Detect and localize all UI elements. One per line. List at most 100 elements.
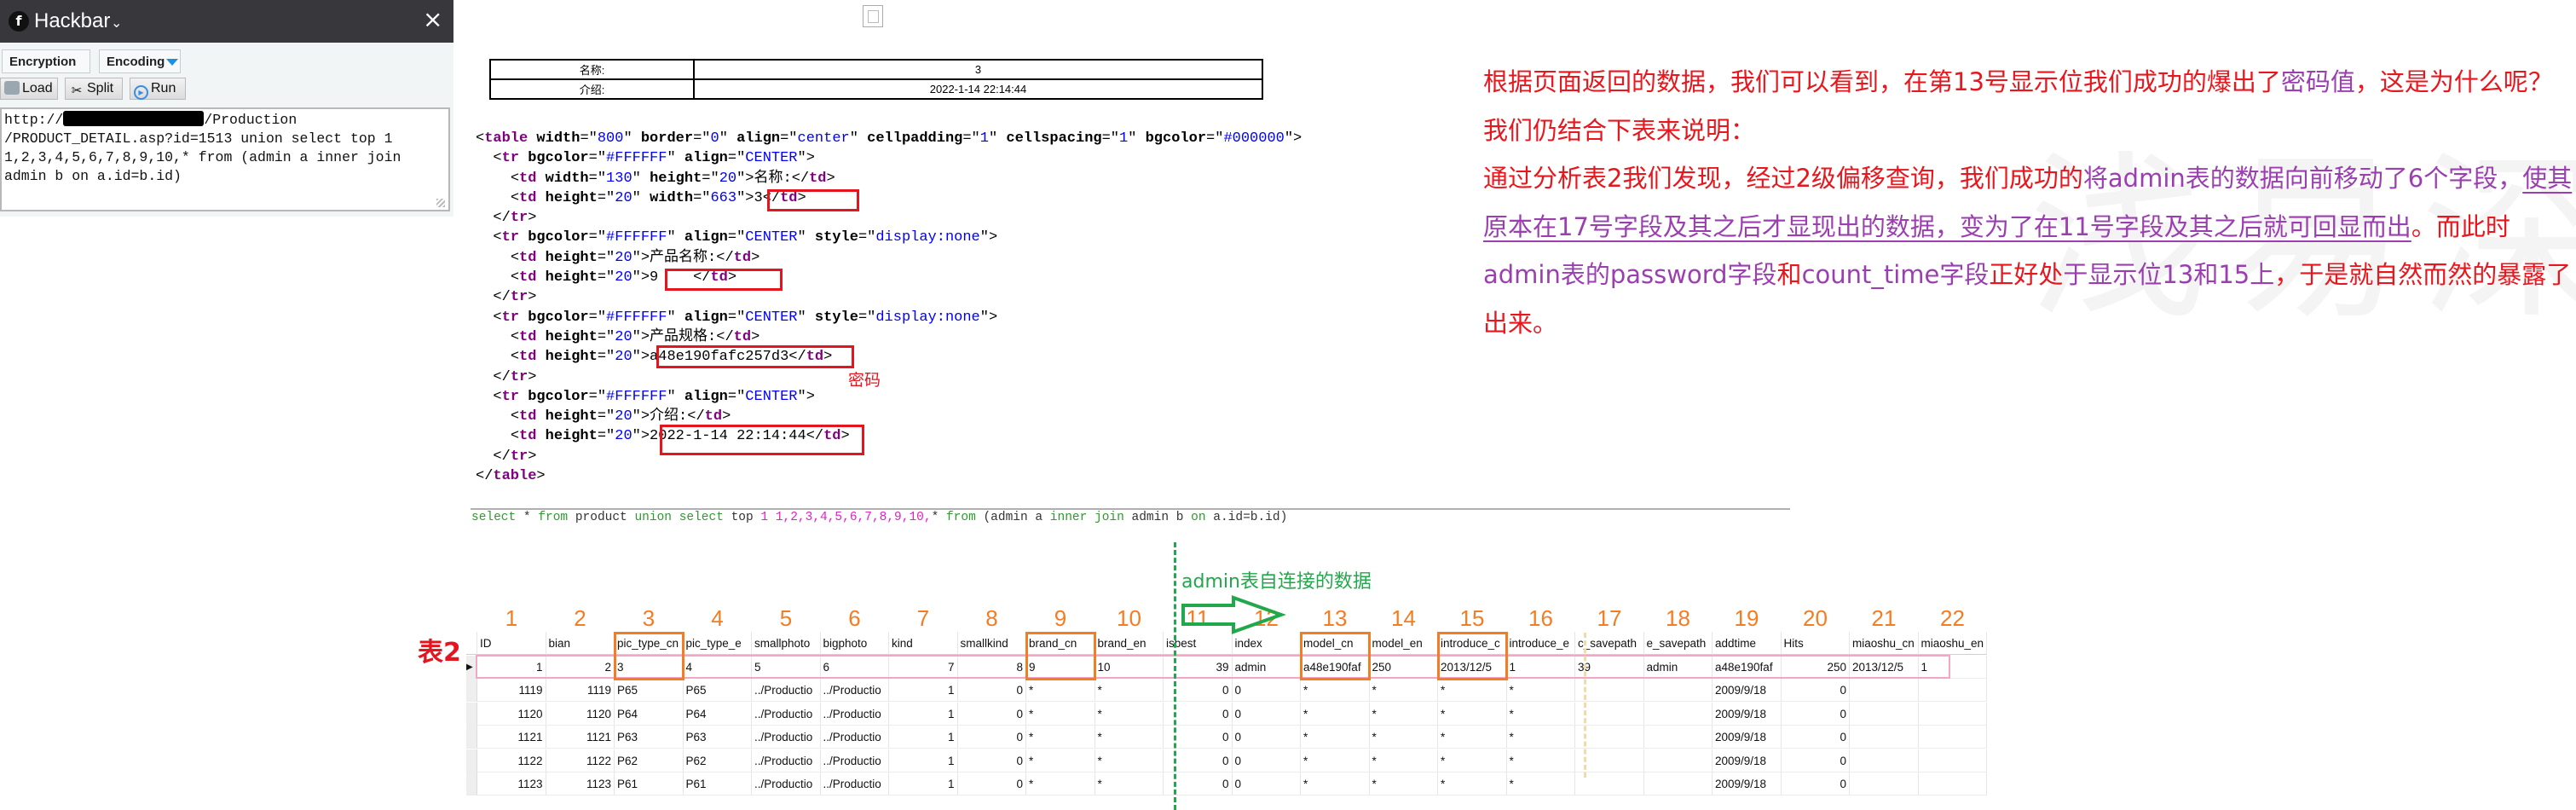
- sql-token: join: [1095, 511, 1124, 524]
- code-token: =": [588, 309, 607, 326]
- table-cell: *: [1438, 749, 1507, 772]
- code-token: td: [519, 349, 537, 366]
- code-token: td: [519, 249, 537, 266]
- code-line: <tr bgcolor="#FFFFFF" align="CENTER">: [476, 148, 1302, 168]
- highlight-box: [665, 269, 783, 291]
- table-cell: 0: [1232, 726, 1301, 749]
- code-token: ">: [1284, 130, 1302, 147]
- table-cell: 1121: [546, 726, 615, 749]
- offset-divider: [1584, 633, 1586, 778]
- code-token: >: [751, 328, 760, 345]
- code-token: >: [826, 170, 835, 187]
- split-label: Split: [87, 81, 114, 95]
- table-cell: *: [1506, 726, 1575, 749]
- code-token: tr: [510, 368, 528, 385]
- row-header[interactable]: [466, 772, 477, 796]
- code-token: ": [632, 170, 650, 187]
- table-cell: 1119: [546, 679, 615, 702]
- table-cell: [1850, 749, 1919, 772]
- sql-query: select * from product union select top 1…: [471, 511, 1287, 524]
- row-header[interactable]: [466, 726, 477, 749]
- chevron-down-icon[interactable]: ⌄: [111, 10, 122, 36]
- encryption-menu[interactable]: Encryption: [2, 49, 90, 90]
- code-token: align: [684, 229, 728, 246]
- column-header[interactable]: bigphoto: [820, 632, 889, 655]
- column-number: 13: [1322, 605, 1348, 631]
- code-token: ": [623, 130, 641, 147]
- html-source-code: <table width="800" border="0" align="cen…: [476, 129, 1302, 486]
- table-cell: ../Productio: [820, 772, 889, 796]
- table-cell: *: [1095, 749, 1164, 772]
- code-token: <: [493, 150, 502, 167]
- code-token: =": [727, 388, 746, 405]
- run-button[interactable]: ▶ Run: [130, 78, 186, 100]
- code-token: cellpadding: [867, 130, 963, 147]
- code-token: =": [858, 309, 876, 326]
- explanation-segment: 通过分析表2我们发现，经过2级偏移查询，我们成功的: [1483, 164, 2083, 194]
- close-button[interactable]: ×: [423, 7, 442, 32]
- column-header[interactable]: miaoshu_en: [1918, 632, 1987, 655]
- column-header[interactable]: model_en: [1369, 632, 1438, 655]
- column-header[interactable]: miaoshu_cn: [1850, 632, 1919, 655]
- url-textarea[interactable]: http:///Production /PRODUCT_DETAIL.asp?i…: [0, 107, 450, 211]
- table-cell: *: [1026, 772, 1095, 796]
- code-token: <: [510, 328, 520, 345]
- column-header[interactable]: brand_en: [1095, 632, 1164, 655]
- column-number: 3: [642, 605, 656, 631]
- code-token: >: [528, 448, 537, 465]
- column-header[interactable]: bian: [546, 632, 615, 655]
- column-header[interactable]: index: [1232, 632, 1301, 655]
- code-token: =": [1206, 130, 1224, 147]
- code-token: <: [510, 428, 520, 445]
- sql-token: select: [471, 511, 517, 524]
- row-header[interactable]: [466, 749, 477, 772]
- column-header[interactable]: kind: [889, 632, 958, 655]
- column-header[interactable]: pic_type_e: [683, 632, 752, 655]
- column-header[interactable]: introduce_e: [1506, 632, 1575, 655]
- column-header[interactable]: Hits: [1781, 632, 1850, 655]
- table-cell: [1850, 772, 1919, 796]
- code-token: #000000: [1223, 130, 1285, 147]
- code-token: >: [751, 249, 760, 266]
- split-button[interactable]: ✂ Split: [65, 78, 123, 100]
- resize-grip-icon[interactable]: [436, 199, 445, 207]
- row-header[interactable]: [466, 679, 477, 702]
- table-cell: *: [1095, 679, 1164, 702]
- encoding-label: Encoding: [107, 55, 165, 69]
- table-cell: 0: [957, 702, 1026, 726]
- code-token: width: [650, 189, 694, 206]
- sql-token: union: [634, 511, 672, 524]
- code-token: tr: [510, 448, 528, 465]
- sql-token: select: [679, 511, 724, 524]
- code-token: align: [684, 388, 728, 405]
- table-cell: P61: [683, 772, 752, 796]
- table-cell: 0: [957, 749, 1026, 772]
- table-cell: P64: [615, 702, 684, 726]
- table-cell: 1123: [546, 772, 615, 796]
- code-token: tr: [510, 289, 528, 306]
- row-header[interactable]: [466, 702, 477, 726]
- table-cell: *: [1506, 749, 1575, 772]
- load-button[interactable]: Load: [0, 78, 58, 100]
- table-cell: [1643, 726, 1713, 749]
- column-header[interactable]: e_savepath: [1643, 632, 1713, 655]
- code-token: height: [545, 249, 598, 266]
- code-token: td: [733, 328, 752, 345]
- column-header[interactable]: ID: [477, 632, 546, 655]
- code-token: ": [667, 229, 684, 246]
- table-cell: ../Productio: [820, 702, 889, 726]
- column-header[interactable]: smallkind: [957, 632, 1026, 655]
- row-header[interactable]: [466, 632, 477, 655]
- code-token: =": [727, 229, 746, 246]
- column-header[interactable]: smallphoto: [752, 632, 821, 655]
- code-token: ": [667, 388, 684, 405]
- column-header[interactable]: addtime: [1713, 632, 1782, 655]
- encoding-menu[interactable]: Encoding: [99, 49, 181, 73]
- code-token: height: [545, 328, 598, 345]
- code-token: <: [510, 349, 520, 366]
- table-cell: *: [1506, 679, 1575, 702]
- code-token: ">介绍:</: [632, 408, 705, 425]
- code-token: td: [519, 428, 537, 445]
- code-token: tr: [501, 229, 520, 246]
